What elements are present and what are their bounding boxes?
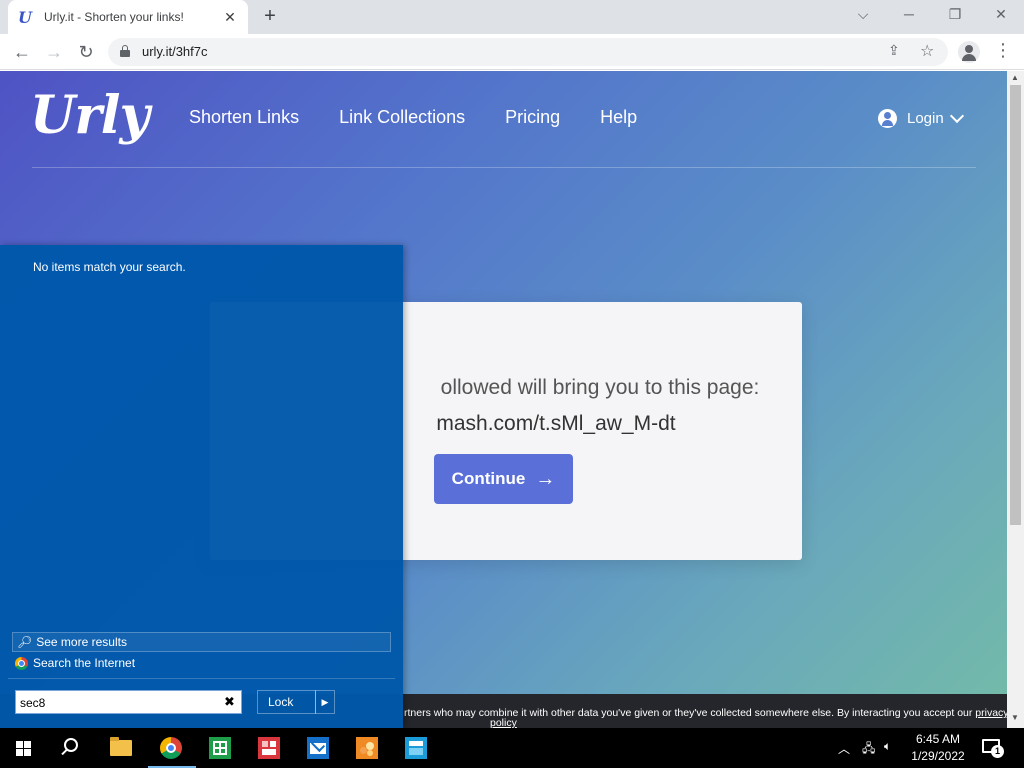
chrome-icon (15, 656, 28, 670)
spreadsheet-icon (209, 737, 231, 759)
volume-muted-icon[interactable]: 🔈︎ (884, 739, 891, 754)
address-bar-url[interactable]: urly.it/3hf7c (142, 44, 208, 59)
close-window-button[interactable]: ✕ (978, 0, 1024, 30)
page-scrollbar[interactable]: ▲ ▼ (1007, 71, 1024, 728)
scroll-up-icon[interactable]: ▲ (1011, 73, 1019, 82)
new-tab-button[interactable]: + (258, 4, 282, 28)
site-nav: Shorten Links Link Collections Pricing H… (189, 107, 637, 128)
chrome-icon (160, 737, 182, 759)
photo-app-button[interactable] (344, 728, 392, 768)
browser-menu-icon[interactable]: ⋮ (994, 40, 1012, 61)
nav-pricing[interactable]: Pricing (505, 107, 560, 128)
reload-icon[interactable]: ↻ (74, 40, 98, 64)
nav-shorten-links[interactable]: Shorten Links (189, 107, 299, 128)
tab-close-icon[interactable]: ✕ (222, 9, 238, 26)
folder-icon (110, 737, 132, 756)
browser-tab-active[interactable]: U Urly.it - Shorten your links! ✕ (8, 0, 248, 34)
blue-app-button[interactable] (393, 728, 441, 768)
privacy-policy-link[interactable]: privacy (975, 707, 1007, 719)
chrome-taskbar-button[interactable] (148, 728, 196, 768)
start-button[interactable] (0, 728, 48, 768)
arrow-right-icon: → (535, 467, 556, 490)
browser-toolbar: ← → ↻ urly.it/3hf7c ⇪ ☆ ⋮ (0, 34, 1024, 70)
privacy-policy-link-cont[interactable]: policy (490, 717, 517, 728)
file-explorer-button[interactable] (98, 728, 146, 768)
urly-logo[interactable]: Urly (30, 85, 150, 146)
start-search-box[interactable]: ✖ (15, 690, 242, 714)
mail-icon (307, 737, 329, 759)
photo-icon (356, 737, 378, 759)
start-menu: No items match your search. 🔎︎ See more … (0, 245, 403, 728)
login-menu[interactable]: Login (878, 108, 964, 128)
forward-arrow-icon[interactable]: → (42, 40, 66, 64)
continue-button[interactable]: Continue → (434, 454, 573, 504)
start-search-input[interactable] (20, 694, 210, 711)
notification-count-badge: 1 (991, 745, 1004, 758)
taskbar-search-button[interactable] (48, 728, 96, 768)
magnifier-icon: 🔎︎ (17, 635, 33, 649)
show-hidden-icons-icon[interactable]: ︿ (838, 740, 850, 757)
minimize-button[interactable]: ─ (886, 0, 932, 30)
tab-search-chevron-icon[interactable]: ⌵ (840, 0, 886, 30)
power-options-arrow-icon[interactable]: ▶ (315, 690, 335, 714)
app-window-icon (405, 737, 427, 759)
nav-help[interactable]: Help (600, 107, 637, 128)
browser-tab-strip: U Urly.it - Shorten your links! ✕ + ⌵ ─ … (0, 0, 1024, 34)
lock-icon[interactable] (120, 45, 130, 57)
windows-logo-icon (16, 741, 32, 757)
bookmark-star-icon[interactable]: ☆ (920, 41, 934, 61)
search-internet-button[interactable]: Search the Internet (15, 656, 135, 670)
tab-title: Urly.it - Shorten your links! (44, 10, 184, 24)
urly-favicon-icon: U (18, 7, 32, 27)
clock-time: 6:45 AM (915, 732, 961, 746)
presentation-icon (258, 737, 280, 759)
see-more-results-button[interactable]: 🔎︎ See more results (12, 632, 391, 652)
scrollbar-thumb[interactable] (1010, 85, 1021, 525)
lock-button[interactable]: Lock (257, 690, 316, 714)
taskbar: ︿ 🖧︎ 🔈︎ 6:45 AM 1/29/2022 1 (0, 728, 1024, 768)
mail-app-button[interactable] (295, 728, 343, 768)
back-arrow-icon[interactable]: ← (10, 40, 34, 64)
login-label[interactable]: Login (907, 110, 944, 127)
scroll-down-icon[interactable]: ▼ (1011, 713, 1019, 722)
nav-link-collections[interactable]: Link Collections (339, 107, 465, 128)
taskbar-clock[interactable]: 6:45 AM 1/29/2022 (906, 731, 970, 765)
action-center-icon[interactable]: 1 (982, 739, 1004, 758)
header-divider (32, 167, 976, 168)
restore-button[interactable]: ❐ (932, 0, 978, 30)
presentation-app-button[interactable] (246, 728, 294, 768)
clock-date: 1/29/2022 (911, 749, 965, 763)
user-circle-icon (878, 109, 897, 128)
continue-label: Continue (451, 469, 526, 488)
chevron-down-icon[interactable] (949, 108, 964, 124)
address-bar[interactable]: urly.it/3hf7c ⇪ ☆ (108, 38, 948, 66)
no-results-message: No items match your search. (33, 260, 186, 274)
clear-search-icon[interactable]: ✖ (224, 694, 235, 710)
network-icon[interactable]: 🖧︎ (862, 739, 875, 760)
search-icon (64, 738, 78, 752)
share-icon[interactable]: ⇪ (888, 42, 900, 59)
spreadsheet-app-button[interactable] (197, 728, 245, 768)
profile-avatar-icon[interactable] (958, 41, 980, 63)
start-menu-divider (8, 678, 395, 679)
